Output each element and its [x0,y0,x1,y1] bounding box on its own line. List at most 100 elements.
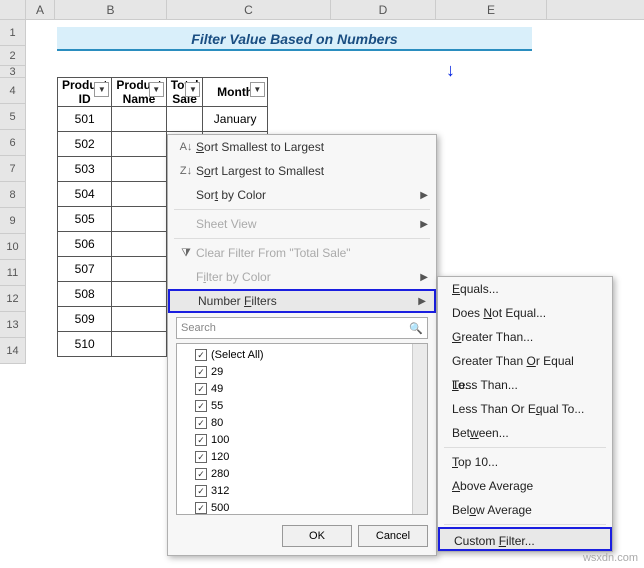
filter-search-input[interactable]: Search 🔍 [176,317,428,339]
checkbox-icon[interactable]: ✓ [195,451,207,463]
filter-dropdown-icon[interactable]: ▼ [185,82,200,97]
cell-id[interactable]: 504 [58,182,112,207]
col-header-corner[interactable] [0,0,26,19]
row-header[interactable]: 4 [0,78,26,104]
checkbox-icon[interactable]: ✓ [195,502,207,514]
row-header[interactable]: 7 [0,156,26,182]
ok-button[interactable]: OK [282,525,352,547]
check-item[interactable]: ✓49 [181,380,423,397]
filter-dropdown-icon[interactable]: ▼ [149,82,164,97]
checkbox-icon[interactable]: ✓ [195,383,207,395]
cell-id[interactable]: 509 [58,307,112,332]
submenu-not-equal[interactable]: Does Not Equal... [438,301,612,325]
check-item[interactable]: ✓100 [181,431,423,448]
row-header[interactable]: 11 [0,260,26,286]
row-header[interactable]: 13 [0,312,26,338]
menu-number-filters[interactable]: Number Filters▶ [168,289,436,313]
cell-id[interactable]: 507 [58,257,112,282]
cell-name[interactable] [112,107,166,132]
submenu-above-avg[interactable]: Above Average [438,474,612,498]
check-item[interactable]: ✓29 [181,363,423,380]
row-header[interactable]: 14 [0,338,26,364]
cell-id[interactable]: 506 [58,232,112,257]
submenu-equals[interactable]: Equals... [438,277,612,301]
column-headers: A B C D E [0,0,644,20]
checkbox-icon[interactable]: ✓ [195,349,207,361]
row-header[interactable]: 12 [0,286,26,312]
menu-sort-by-color[interactable]: Sort by Color▶ [168,183,436,207]
col-header-b[interactable]: B [55,0,167,19]
filter-dropdown-icon[interactable]: ▼ [250,82,265,97]
row-header[interactable]: 6 [0,130,26,156]
cell-id[interactable]: 510 [58,332,112,357]
checkbox-icon[interactable]: ✓ [195,400,207,412]
row-header[interactable]: 1 [0,20,26,46]
cell-id[interactable]: 502 [58,132,112,157]
row-header[interactable]: 2 [0,46,26,66]
cancel-button[interactable]: Cancel [358,525,428,547]
submenu-greater-than[interactable]: Greater Than... [438,325,612,349]
th-product-name[interactable]: Product Name▼ [112,78,166,107]
search-icon: 🔍 [409,322,423,335]
row-headers: 1 2 3 4 5 6 7 8 9 10 11 12 13 14 [0,20,26,364]
check-item[interactable]: ✓120 [181,448,423,465]
cell-id[interactable]: 503 [58,157,112,182]
check-item[interactable]: ✓80 [181,414,423,431]
menu-sort-desc[interactable]: Z↓Sort Largest to Smallest [168,159,436,183]
menu-filter-by-color: Filter by Color▶ [168,265,436,289]
sort-desc-icon: Z↓ [176,165,196,177]
th-total-sale[interactable]: Total Sale▼ [166,78,203,107]
filter-dropdown-menu: A↓Sort Smallest to Largest Z↓Sort Larges… [167,134,437,556]
row-header[interactable]: 3 [0,66,26,78]
th-label: Month [217,85,253,99]
col-header-a[interactable]: A [26,0,55,19]
chevron-right-icon: ▶ [420,190,428,201]
row-header[interactable]: 9 [0,208,26,234]
th-product-id[interactable]: Product ID▼ [58,78,112,107]
menu-sheet-view: Sheet View▶ [168,212,436,236]
sort-asc-icon: A↓ [176,141,196,153]
col-header-d[interactable]: D [331,0,436,19]
checkbox-icon[interactable]: ✓ [195,434,207,446]
menu-clear-filter: ⧩Clear Filter From "Total Sale" [168,241,436,265]
submenu-below-avg[interactable]: Below Average [438,498,612,522]
submenu-greater-equal[interactable]: Greater Than Or Equal To... [438,349,612,373]
checkbox-icon[interactable]: ✓ [195,485,207,497]
search-placeholder: Search [181,322,216,334]
checkbox-icon[interactable]: ✓ [195,468,207,480]
check-item[interactable]: ✓312 [181,482,423,499]
cell-id[interactable]: 505 [58,207,112,232]
check-item[interactable]: ✓500 [181,499,423,515]
filter-values-list[interactable]: ✓(Select All) ✓29 ✓49 ✓55 ✓80 ✓100 ✓120 … [176,343,428,515]
watermark: wsxdn.com [583,552,638,564]
col-header-c[interactable]: C [167,0,331,19]
submenu-less-equal[interactable]: Less Than Or Equal To... [438,397,612,421]
th-month[interactable]: Month▼ [203,78,267,107]
page-title: Filter Value Based on Numbers [57,27,532,51]
clear-filter-icon: ⧩ [176,247,196,260]
cell-month[interactable]: January [203,107,267,132]
cell-id[interactable]: 501 [58,107,112,132]
submenu-between[interactable]: Between... [438,421,612,445]
chevron-right-icon: ▶ [420,219,428,230]
submenu-less-than[interactable]: Less Than... [438,373,612,397]
menu-sort-asc[interactable]: A↓Sort Smallest to Largest [168,135,436,159]
submenu-custom-filter[interactable]: Custom Filter... [438,527,612,551]
scrollbar[interactable] [412,344,427,514]
filter-dropdown-icon[interactable]: ▼ [94,82,109,97]
cell-id[interactable]: 508 [58,282,112,307]
cell-sale[interactable] [166,107,203,132]
checkbox-icon[interactable]: ✓ [195,417,207,429]
submenu-top10[interactable]: Top 10... [438,450,612,474]
checkbox-icon[interactable]: ✓ [195,366,207,378]
table-row: 501 January [58,107,268,132]
check-item[interactable]: ✓55 [181,397,423,414]
check-item[interactable]: ✓280 [181,465,423,482]
number-filters-submenu: Equals... Does Not Equal... Greater Than… [437,276,613,552]
col-header-e[interactable]: E [436,0,547,19]
row-header[interactable]: 5 [0,104,26,130]
check-select-all[interactable]: ✓(Select All) [181,346,423,363]
row-header[interactable]: 10 [0,234,26,260]
row-header[interactable]: 8 [0,182,26,208]
chevron-right-icon: ▶ [418,296,426,307]
